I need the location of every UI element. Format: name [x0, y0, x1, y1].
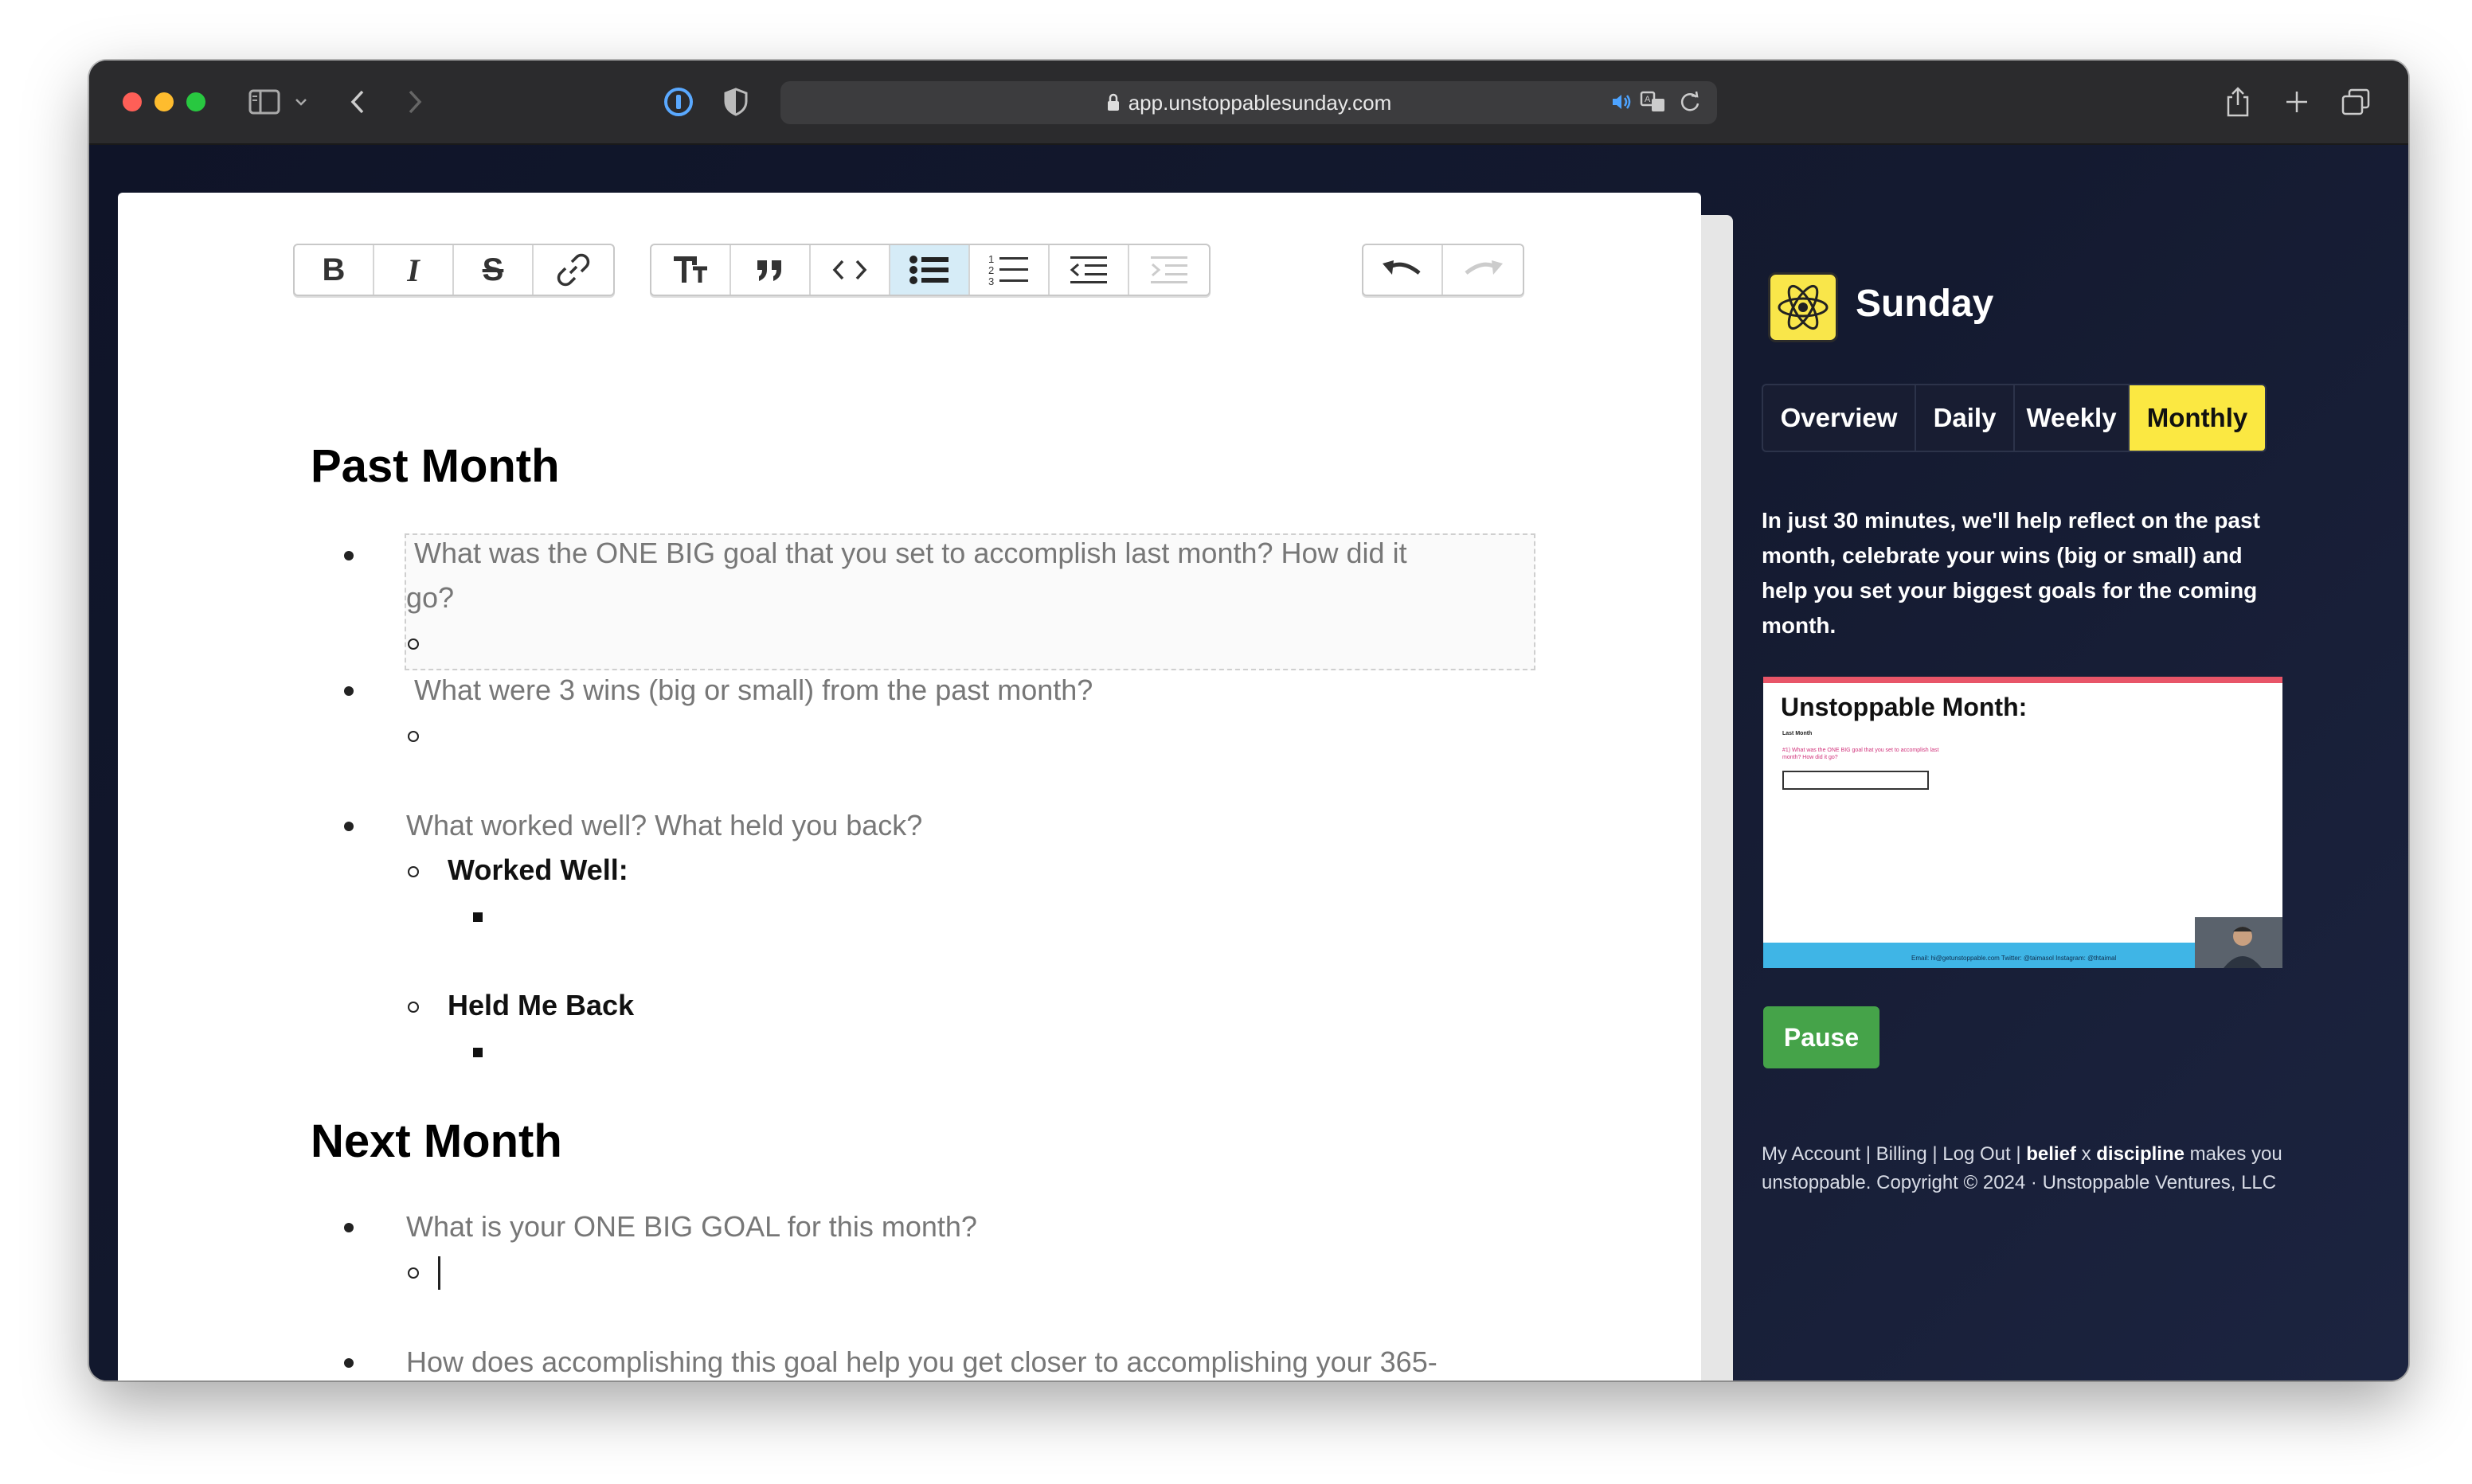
document-body[interactable]: Past Month What was the ONE BIG goal tha… — [118, 193, 1701, 1381]
video-footer-text: Email: hi@getunstoppable.com Twitter: @t… — [1911, 955, 2117, 962]
footer-separator: | — [1865, 1143, 1871, 1165]
discipline-word: discipline — [2096, 1143, 2185, 1165]
browser-window: app.unstoppablesunday.com A B I S 1 2 3 … — [89, 61, 2408, 1381]
footer-separator: | — [2016, 1143, 2021, 1165]
editor-panel: B I S 1 2 3 Past Month What was the ONE … — [118, 193, 1701, 1381]
sub-bullet — [408, 731, 419, 742]
video-title: Unstoppable Month: — [1781, 693, 2028, 721]
footer-separator: | — [1932, 1143, 1938, 1165]
times-word: x — [2081, 1143, 2091, 1165]
shield-icon[interactable] — [720, 84, 752, 119]
presenter-webcam — [2195, 917, 2282, 968]
log-out-link[interactable]: Log Out — [1942, 1143, 2010, 1165]
question-2: What were 3 wins (big or small) from the… — [414, 674, 1093, 706]
held-back-label: Held Me Back — [448, 989, 635, 1021]
chevron-down-icon[interactable] — [291, 84, 311, 119]
browser-titlebar: app.unstoppablesunday.com A — [89, 61, 2408, 145]
back-icon[interactable] — [346, 84, 370, 119]
address-bar[interactable]: app.unstoppablesunday.com A — [780, 81, 1717, 124]
app-name: Sunday — [1856, 283, 1994, 325]
share-icon[interactable] — [2222, 84, 2254, 119]
tab-weekly[interactable]: Weekly — [2015, 385, 2130, 451]
pause-button[interactable]: Pause — [1763, 1006, 1879, 1068]
question-4: What is your ONE BIG GOAL for this month… — [406, 1210, 977, 1243]
page-content: B I S 1 2 3 Past Month What was the ONE … — [89, 145, 2408, 1381]
translate-icon[interactable]: A — [1639, 84, 1668, 119]
question-1-line-2: go? — [406, 581, 455, 614]
forward-icon[interactable] — [403, 84, 427, 119]
tab-monthly[interactable]: Monthly — [2130, 385, 2265, 451]
bullet — [344, 1358, 354, 1368]
sub-sub-bullet — [473, 1048, 483, 1057]
worked-well-label: Worked Well: — [448, 853, 628, 886]
video-question: #1) What was the ONE BIG goal that you s… — [1782, 748, 1939, 760]
monthly-description: In just 30 minutes, we'll help reflect o… — [1762, 508, 2260, 638]
zoom-window-button[interactable] — [186, 92, 205, 111]
billing-link[interactable]: Billing — [1876, 1143, 1927, 1165]
tab-overview[interactable]: Overview — [1763, 385, 1916, 451]
bullet — [344, 551, 354, 560]
tab-daily[interactable]: Daily — [1916, 385, 2015, 451]
question-5: How does accomplishing this goal help yo… — [406, 1345, 1437, 1378]
url-text: app.unstoppablesunday.com — [1128, 90, 1392, 115]
question-3: What worked well? What held you back? — [406, 809, 923, 842]
sidebar-footer: My Account | Billing | Log Out | belief … — [1762, 1140, 2303, 1197]
sub-bullet — [408, 639, 419, 650]
video-subtitle: Last Month — [1782, 731, 1813, 736]
sub-bullet — [408, 1267, 419, 1279]
lock-icon — [1106, 93, 1121, 112]
new-tab-icon[interactable] — [2281, 84, 2313, 119]
question-1-line-1: What was the ONE BIG goal that you set t… — [414, 537, 1407, 569]
minimize-window-button[interactable] — [154, 92, 174, 111]
bullet — [344, 822, 354, 831]
sub-bullet — [408, 866, 419, 877]
bullet — [344, 1223, 354, 1232]
bullet — [344, 686, 354, 696]
text-caret — [438, 1256, 440, 1290]
atom-icon — [1778, 284, 1829, 330]
app-logo[interactable] — [1768, 272, 1838, 342]
past-month-heading: Past Month — [311, 440, 560, 492]
editor-edge — [1701, 215, 1733, 1381]
password-manager-icon[interactable] — [661, 84, 696, 119]
sidebar-toggle-icon[interactable] — [245, 84, 284, 119]
close-window-button[interactable] — [123, 92, 142, 111]
my-account-link[interactable]: My Account — [1762, 1143, 1860, 1165]
audio-icon[interactable] — [1609, 84, 1634, 119]
video-input-box — [1782, 771, 1929, 790]
next-month-heading: Next Month — [311, 1115, 562, 1167]
svg-text:A: A — [1645, 95, 1651, 104]
sub-sub-bullet — [473, 912, 483, 922]
video-thumbnail[interactable]: Unstoppable Month: Last Month #1) What w… — [1763, 677, 2282, 968]
sub-bullet — [408, 1002, 419, 1013]
review-tabs: Overview Daily Weekly Monthly — [1762, 384, 2267, 452]
belief-word: belief — [2026, 1143, 2076, 1165]
reload-icon[interactable] — [1677, 84, 1703, 119]
tab-overview-icon[interactable] — [2338, 84, 2373, 119]
